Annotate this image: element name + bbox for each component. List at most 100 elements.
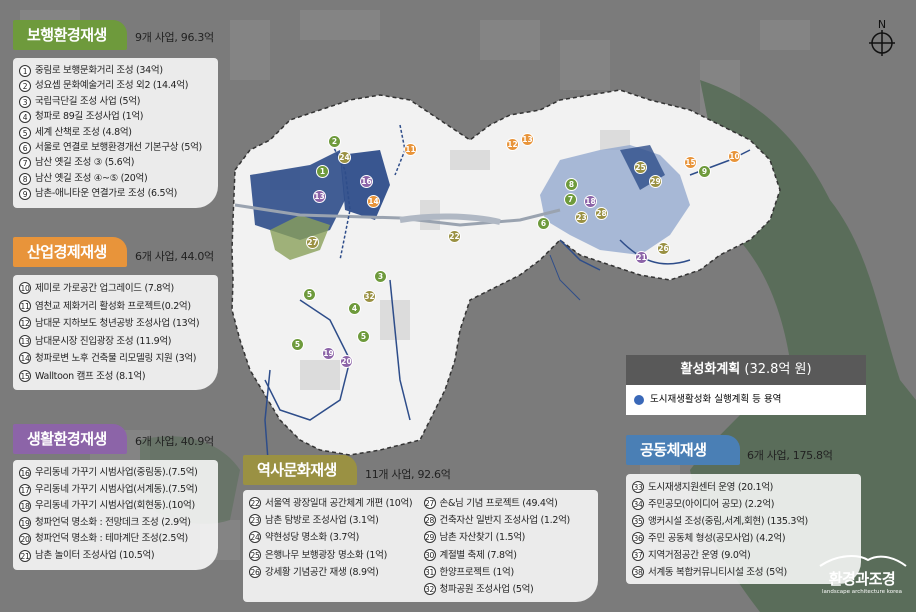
project-item: 22 서울역 광장일대 공간체계 개편 (10억) (249, 495, 418, 512)
project-item: 27 손&님 기념 프로젝트 (49.4억) (423, 495, 593, 512)
project-number: 17 (19, 483, 31, 496)
project-item: 14 청파로변 노후 건축물 리모델링 지원 (3억) (19, 350, 212, 368)
walking-header: 보행환경재생 (13, 20, 127, 50)
project-number: 35 (632, 515, 644, 527)
project-number: 36 (632, 532, 644, 544)
project-number: 2 (19, 80, 31, 93)
project-number: 19 (19, 516, 31, 529)
project-item: 17 우리동네 가꾸기 시범사업(서계동).(7.5억) (19, 482, 212, 499)
project-item: 23 남촌 탐방로 조성사업 (3.1억) (249, 512, 418, 529)
project-number: 14 (19, 352, 31, 364)
project-item: 19 청파언덕 명소화 : 전망데크 조성 (2.9억) (19, 515, 212, 532)
project-label: 남촌 자산찾기 (1.5억) (439, 532, 526, 544)
project-item: 25 은행나무 보행광장 명소화 (1억) (249, 547, 418, 564)
project-number: 16 (19, 467, 31, 479)
project-item: 12 남대문 지하보도 청년공방 조성사업 (13억) (19, 315, 212, 333)
project-number: 22 (249, 497, 261, 509)
project-item: 18 우리동네 가꾸기 시범사업(회현동).(10억) (19, 498, 212, 515)
project-number: 31 (423, 565, 436, 578)
project-label: 은행나무 보행광장 명소화 (1억) (265, 549, 387, 561)
project-label: 서울역 광장일대 공간체계 개편 (10억) (265, 498, 413, 509)
map-marker-industry: 15 (684, 156, 697, 169)
map-marker-history: 23 (575, 211, 588, 224)
map-marker-walking: 5 (357, 330, 370, 343)
project-item: 5 세계 산책로 조성 (4.8억) (19, 125, 212, 140)
project-number: 27 (423, 497, 436, 509)
project-number: 37 (632, 549, 644, 561)
industry-list: 10 제미로 가로공간 업그레이드 (7.8억) 11 염천교 제화거리 활성화 프로… (13, 275, 218, 390)
map-marker-living: 21 (635, 251, 648, 264)
project-label: Walltoon 캠프 조성 (8.1억) (35, 370, 146, 382)
project-label: 청파로변 노후 건축물 리모델링 지원 (3억) (35, 353, 197, 364)
map-marker-walking: 5 (291, 338, 304, 351)
project-label: 강세황 기념공간 재생 (8.9억) (265, 566, 379, 578)
project-label: 남산 옛길 조성 ④~⑤ (20억) (35, 172, 148, 184)
map-marker-living: 20 (340, 355, 353, 368)
project-number: 32 (423, 583, 436, 596)
project-item: 7 남산 옛길 조성 ③ (5.6억) (19, 155, 212, 170)
project-label: 주민 공동체 형성(공모사업) (4.2억) (648, 533, 786, 544)
project-item: 36 주민 공동체 형성(공모사업) (4.2억) (632, 530, 855, 547)
project-label: 국립극단길 조성 사업 (5억) (35, 95, 141, 107)
map-marker-history: 25 (634, 161, 647, 174)
map-marker-living: 13 (313, 190, 326, 203)
project-label: 성요셉 문화예술거리 조성 외2 (14.4억) (35, 80, 189, 92)
map-marker-industry: 14 (367, 195, 380, 208)
activation-plan-legend: 활성화계획 (32.8억 원) 도시재생활성화 실행계획 등 용역 (626, 355, 866, 415)
project-item: 4 청파로 89길 조성사업 (1억) (19, 109, 212, 124)
history-header: 역사문화재생 (243, 455, 357, 485)
project-label: 세계 산책로 조성 (4.8억) (35, 126, 132, 138)
map-marker-walking: 4 (348, 302, 361, 315)
project-item: 8 남산 옛길 조성 ④~⑤ (20억) (19, 171, 212, 186)
project-number: 7 (19, 157, 31, 170)
project-item: 24 약현성당 명소화 (3.7억) (249, 529, 418, 546)
project-item: 30 계절별 축제 (7.8억) (423, 547, 593, 564)
project-number: 20 (19, 533, 31, 545)
project-label: 남대문시장 진입광장 조성 (11.9억) (35, 335, 172, 347)
map-marker-history: 28 (595, 207, 608, 220)
publisher-logo: 환경과조경 landscape architecture korea (812, 550, 912, 608)
living-summary: 6개 사업, 40.9억 (135, 435, 214, 448)
project-number: 6 (19, 142, 31, 155)
project-label: 주민공모(아이디어 공모) (2.2억) (648, 499, 775, 510)
map-marker-walking: 8 (565, 178, 578, 191)
project-number: 9 (19, 188, 31, 201)
project-number: 28 (423, 514, 436, 527)
map-marker-walking: 2 (328, 135, 341, 148)
community-header: 공동체재생 (626, 435, 740, 465)
project-label: 중림로 보행문화거리 조성 (34억) (35, 65, 163, 76)
project-number: 24 (249, 531, 261, 544)
history-list: 22 서울역 광장일대 공간체계 개편 (10억) 23 남촌 탐방로 조성사업 (3… (243, 490, 598, 602)
project-label: 약현성당 명소화 (3.7억) (265, 532, 359, 544)
walking-summary: 9개 사업, 96.3억 (135, 31, 214, 44)
project-item: 28 건축자산 일반지 조성사업 (1.2억) (423, 512, 593, 529)
project-number: 11 (19, 299, 31, 312)
project-number: 21 (19, 549, 31, 562)
project-label: 우리동네 가꾸기 시범사업(서계동).(7.5억) (35, 483, 198, 495)
project-label: 계절별 축제 (7.8억) (439, 549, 517, 561)
project-label: 서계동 복합커뮤니티시설 조성 (5억) (648, 567, 787, 578)
project-number: 29 (423, 531, 436, 544)
project-item: 35 앵커시설 조성(중림,서계,회현) (135.3억) (632, 513, 855, 530)
logo-subtext: landscape architecture korea (821, 589, 903, 595)
project-number: 1 (19, 65, 31, 77)
project-number: 34 (632, 498, 644, 510)
project-number: 38 (632, 566, 644, 578)
project-item: 26 강세황 기념공간 재생 (8.9억) (249, 564, 418, 581)
project-number: 18 (19, 500, 31, 512)
project-item: 2 성요셉 문화예술거리 조성 외2 (14.4억) (19, 78, 212, 93)
project-item: 32 청파공원 조성사업 (5억) (423, 581, 593, 598)
map-marker-living: 16 (360, 175, 373, 188)
map-marker-history: 32 (363, 290, 376, 303)
project-number: 30 (423, 548, 436, 561)
project-item: 34 주민공모(아이디어 공모) (2.2억) (632, 496, 855, 513)
project-item: 31 한양프로젝트 (1억) (423, 564, 593, 581)
project-item: 1 중림로 보행문화거리 조성 (34억) (19, 63, 212, 78)
map-marker-history: 27 (306, 236, 319, 249)
map-marker-history: 26 (657, 242, 670, 255)
project-label: 남촌 탐방로 조성사업 (3.1억) (265, 515, 379, 527)
project-number: 23 (249, 514, 261, 527)
project-label: 남대문 지하보도 청년공방 조성사업 (13억) (35, 318, 200, 329)
map-marker-walking: 3 (374, 270, 387, 283)
blue-dot-icon (634, 395, 644, 405)
